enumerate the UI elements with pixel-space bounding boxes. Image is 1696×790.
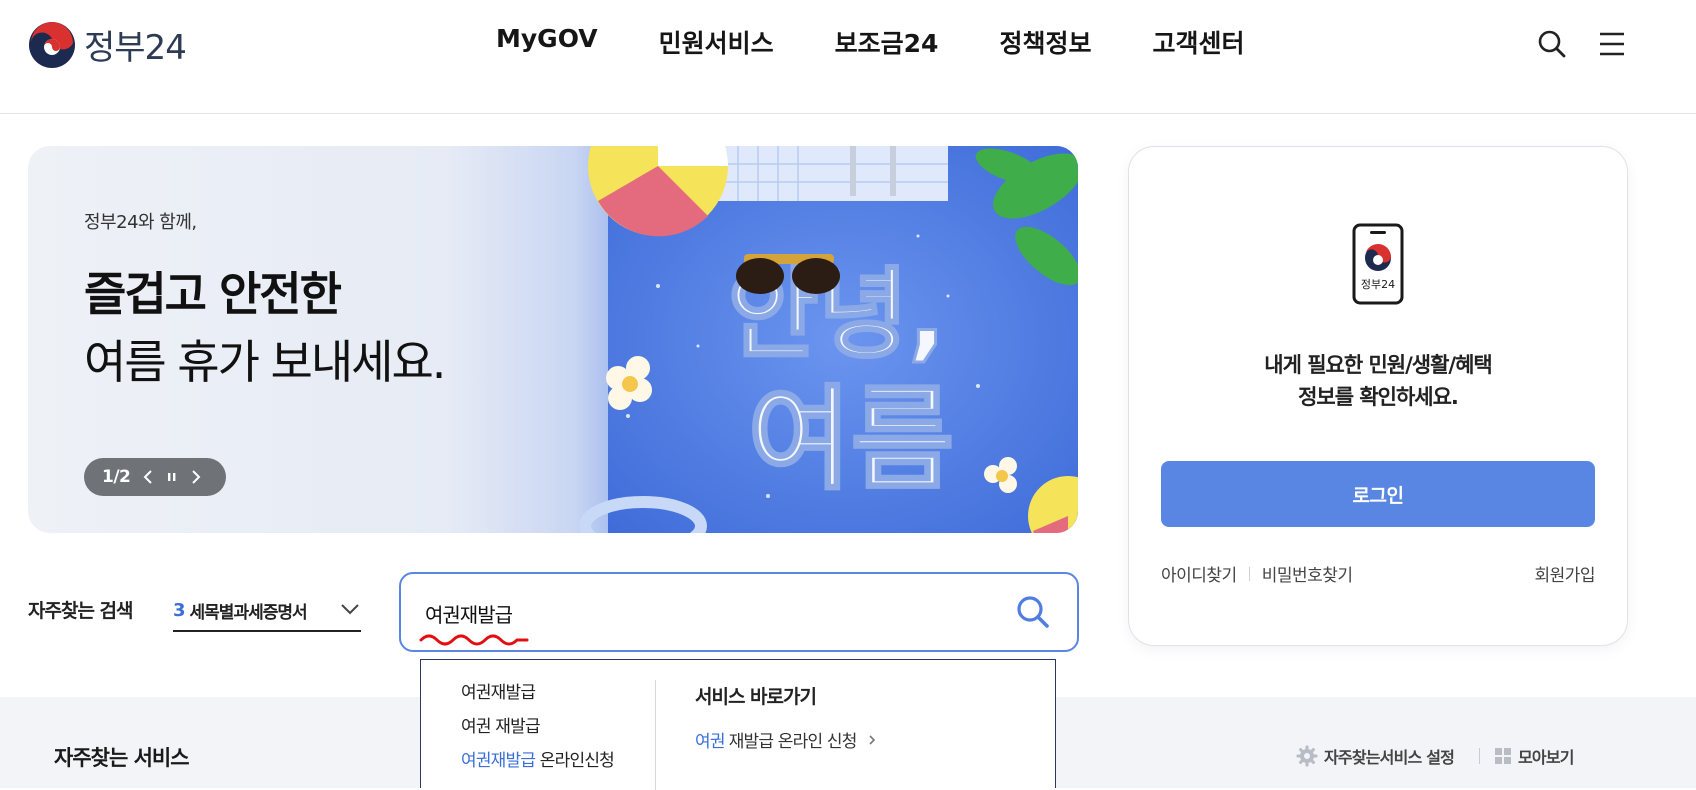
banner-title-line2: 여름 휴가 보내세요.: [84, 335, 446, 389]
banner-counter: 1/2: [102, 467, 131, 487]
banner-subtitle: 정부24와 함께,: [84, 212, 197, 233]
suggestion-highlight: 여권재발급: [461, 751, 536, 771]
suggestion-item[interactable]: 여권재발급: [461, 682, 614, 716]
next-arrow-icon[interactable]: [190, 469, 202, 485]
spellcheck-underline: [419, 634, 529, 646]
taegeuk-logo-icon: [29, 21, 75, 68]
suggestion-item[interactable]: 여권 재발급: [461, 716, 614, 750]
services-divider: [1479, 748, 1480, 764]
main-banner[interactable]: 안녕, 여름 정부24와 함께, 즐겁고 안전한 여름 휴가 보내세요. 1/2: [28, 146, 1078, 533]
mobile-id-logo-text: 정부24: [1361, 278, 1395, 291]
settings-label: 자주찾는서비스 설정: [1324, 748, 1455, 767]
login-message-line2: 정보를 확인하세요.: [1298, 385, 1459, 409]
site-header: 정부24 MyGOV 민원서비스 보조금24 정책정보 고객센터: [0, 0, 1696, 114]
frequent-search-term: 세목별과세증명서: [189, 602, 308, 623]
service-shortcuts: 서비스 바로가기 여권 재발급 온라인 신청: [695, 682, 877, 752]
search-input[interactable]: [425, 594, 985, 632]
nav-item-civil-services[interactable]: 민원서비스: [659, 24, 774, 60]
frequent-services-settings-button[interactable]: 자주찾는서비스 설정: [1296, 744, 1455, 768]
service-shortcut-link[interactable]: 여권 재발급 온라인 신청: [695, 727, 877, 752]
find-password-link[interactable]: 비밀번호찾기: [1262, 561, 1353, 586]
dropdown-divider: [655, 680, 656, 790]
link-divider: [1248, 566, 1250, 581]
site-logo[interactable]: 정부24: [28, 20, 187, 69]
suggestion-list: 여권재발급 여권 재발급 여권재발급 온라인신청: [461, 682, 615, 784]
login-button[interactable]: 로그인: [1161, 461, 1595, 527]
pause-icon[interactable]: [166, 469, 178, 485]
search-box: [399, 572, 1079, 652]
find-id-link[interactable]: 아이디찾기: [1161, 561, 1237, 586]
view-all-button[interactable]: 모아보기: [1494, 744, 1574, 768]
frequent-search-label: 자주찾는 검색: [28, 600, 133, 622]
summer-pool-illustration: 안녕, 여름: [579, 146, 1078, 533]
search-submit-icon[interactable]: [1015, 594, 1051, 630]
main-nav: MyGOV 민원서비스 보조금24 정책정보 고객센터: [496, 24, 1305, 60]
frequent-services-title: 자주찾는 서비스: [54, 746, 190, 770]
grid-icon: [1495, 748, 1511, 764]
suggestion-text: 여권재발급: [461, 683, 536, 703]
banner-title-line1: 즐겁고 안전한: [84, 267, 342, 321]
suggestion-text: 온라인신청: [535, 751, 615, 771]
login-links: 아이디찾기 비밀번호찾기 회원가입: [1161, 561, 1595, 586]
logo-text: 정부24: [84, 28, 187, 68]
nav-item-customer-center[interactable]: 고객센터: [1152, 24, 1244, 60]
nav-item-mygov[interactable]: MyGOV: [496, 24, 598, 60]
suggestion-item[interactable]: 여권재발급 온라인신청: [461, 750, 615, 784]
gear-icon: [1296, 745, 1318, 767]
banner-art-text-2: 여름: [748, 375, 954, 505]
signup-link[interactable]: 회원가입: [1534, 561, 1595, 586]
banner-controls: 1/2: [84, 458, 226, 496]
chevron-right-icon: [869, 734, 875, 745]
menu-icon[interactable]: [1596, 28, 1628, 60]
chevron-down-icon: [341, 604, 359, 615]
login-card: 정부24 내게 필요한 민원/생활/혜택 정보를 확인하세요. 로그인 아이디찾…: [1128, 146, 1628, 646]
login-message-line1: 내게 필요한 민원/생활/혜택: [1264, 353, 1492, 377]
frequent-search-rank: 3: [173, 599, 186, 621]
search-icon[interactable]: [1536, 28, 1568, 60]
shortcut-text: 재발급 온라인 신청: [728, 732, 858, 752]
header-actions: [1536, 28, 1628, 60]
frequent-search-dropdown[interactable]: 3 세목별과세증명서: [173, 590, 361, 632]
nav-item-subsidy24[interactable]: 보조금24: [835, 24, 939, 60]
nav-item-policy-info[interactable]: 정책정보: [999, 24, 1091, 60]
view-all-label: 모아보기: [1518, 748, 1574, 767]
suggestion-text: 여권 재발급: [461, 717, 541, 737]
shortcut-highlight: 여권: [695, 732, 725, 752]
service-shortcuts-heading: 서비스 바로가기: [695, 686, 817, 708]
search-autocomplete: 여권재발급 여권 재발급 여권재발급 온라인신청 서비스 바로가기 여권 재발급…: [420, 659, 1056, 790]
prev-arrow-icon[interactable]: [142, 469, 154, 485]
mobile-id-icon: 정부24: [1352, 223, 1404, 305]
